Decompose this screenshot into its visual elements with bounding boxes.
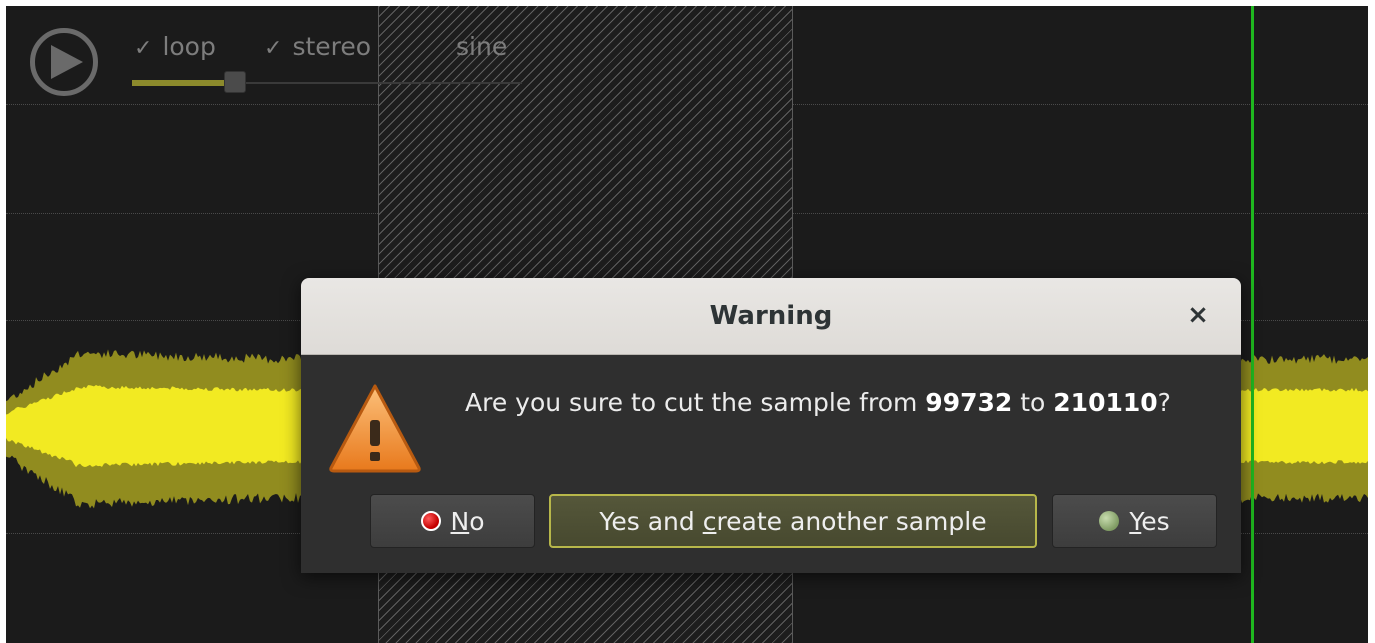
yes-label: Yes [1129, 506, 1170, 536]
dialog-title: Warning [709, 301, 833, 331]
playhead-marker[interactable] [1251, 6, 1254, 643]
cut-start-value: 99732 [925, 388, 1013, 417]
loop-checkbox[interactable]: ✓ loop [134, 32, 216, 61]
green-dot-icon [1099, 511, 1120, 531]
dialog-header: Warning × [301, 278, 1241, 355]
yes-create-another-label: Yes and create another sample [599, 506, 987, 536]
loop-label: loop [162, 32, 216, 61]
play-button[interactable] [30, 28, 98, 96]
check-icon: ✓ [134, 36, 153, 61]
slider-track-rest [230, 82, 522, 84]
no-label: No [450, 506, 485, 536]
waveform-type-label: sine [456, 32, 508, 61]
slider-handle[interactable] [224, 71, 246, 93]
warning-dialog: Warning × Are you sure to cut the sample… [301, 278, 1241, 573]
dialog-message: Are you sure to cut the sample from 9973… [465, 388, 1171, 417]
red-dot-icon [420, 511, 441, 531]
screen: ✓ loop ✓ stereo sine Warning × Are you s… [0, 0, 1375, 643]
volume-slider[interactable] [132, 71, 522, 93]
stereo-checkbox[interactable]: ✓ stereo [264, 32, 371, 61]
play-icon [51, 45, 83, 79]
no-button[interactable]: No [370, 494, 535, 548]
yes-create-another-button[interactable]: Yes and create another sample [549, 494, 1037, 548]
warning-triangle-icon [329, 384, 421, 473]
yes-button[interactable]: Yes [1052, 494, 1217, 548]
message-suffix: ? [1157, 388, 1171, 417]
close-icon: × [1187, 300, 1209, 330]
close-button[interactable]: × [1181, 298, 1215, 332]
waveform-type-selector[interactable]: sine [456, 32, 507, 61]
check-icon: ✓ [264, 36, 283, 61]
slider-fill [132, 80, 230, 86]
message-prefix: Are you sure to cut the sample from [465, 388, 926, 417]
stereo-label: stereo [292, 32, 372, 61]
cut-end-value: 210110 [1053, 388, 1158, 417]
playback-controls: ✓ loop ✓ stereo sine [12, 6, 524, 106]
message-middle: to [1012, 388, 1054, 417]
